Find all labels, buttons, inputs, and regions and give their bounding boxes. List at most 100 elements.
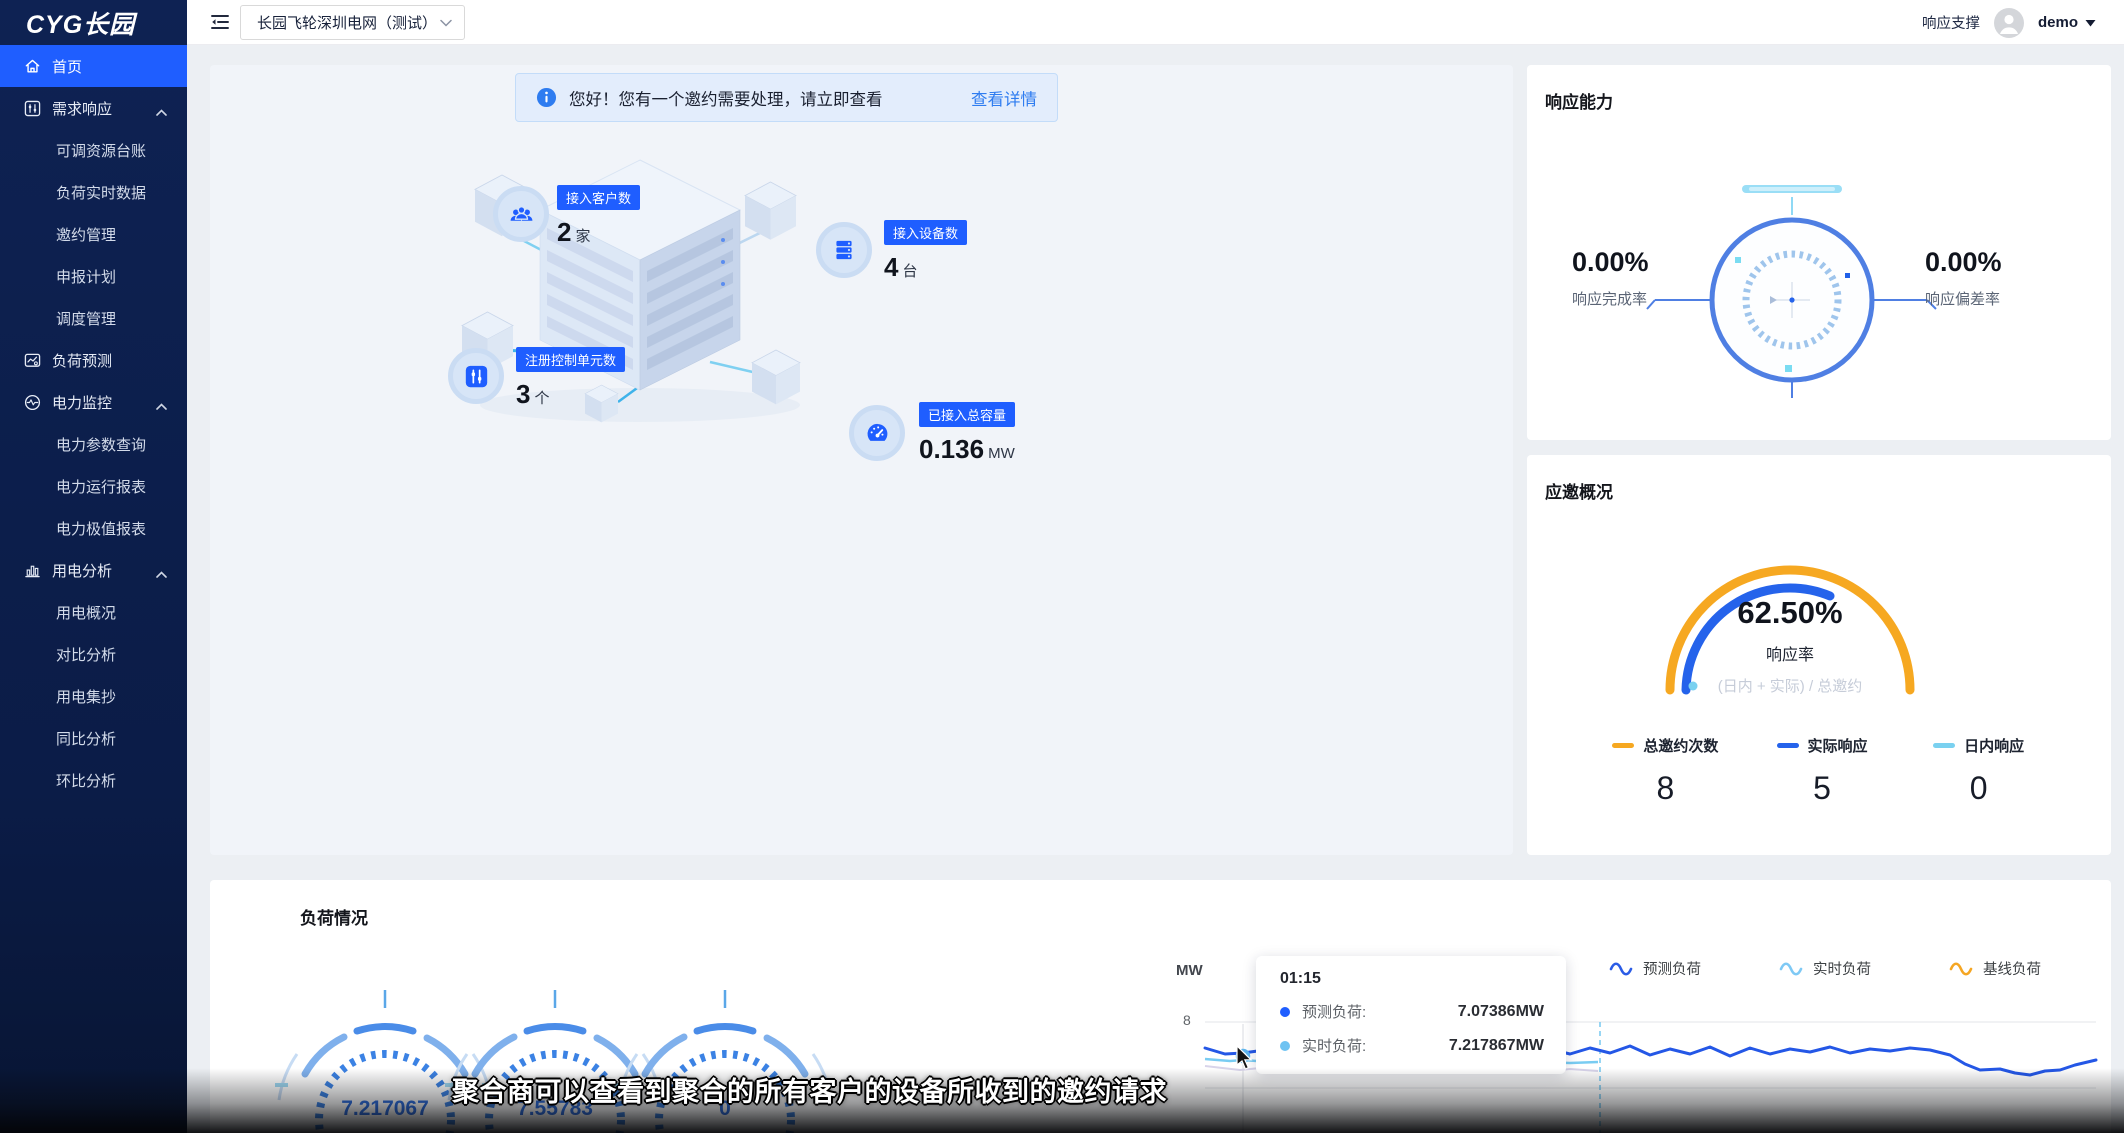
deviation-rate-label: 响应偏差率: [1925, 288, 2065, 309]
legend-swatch: [1777, 743, 1799, 748]
stat-unit: 台: [902, 263, 917, 280]
sidebar-item-power-parameter-query[interactable]: 电力参数查询: [0, 423, 187, 465]
sidebar-item-home[interactable]: 首页: [0, 45, 187, 87]
legend-value: 5: [1744, 770, 1901, 807]
sidebar-item-mom-analysis[interactable]: 环比分析: [0, 759, 187, 801]
response-support-link[interactable]: 响应支撑: [1922, 12, 1980, 33]
sidebar-item-load-forecast[interactable]: 负荷预测: [0, 339, 187, 381]
card-title: 负荷情况: [300, 904, 368, 929]
sidebar-item-label: 需求响应: [52, 98, 112, 119]
capacity-icon: [849, 405, 905, 461]
sidebar: CYG长园 首页 需求响应 可调资源台账 负荷实时数据 邀约管理 申报计划 调度…: [0, 0, 187, 1133]
avatar[interactable]: [1994, 8, 2024, 38]
caret-down-icon: [2085, 19, 2096, 27]
sidebar-item-label: 首页: [52, 56, 82, 77]
sidebar-item-meter-reading[interactable]: 用电集抄: [0, 675, 187, 717]
stat-unit: 家: [575, 228, 590, 245]
sidebar-item-power-operation-report[interactable]: 电力运行报表: [0, 465, 187, 507]
username: demo: [2038, 14, 2078, 31]
tooltip-time: 01:15: [1280, 970, 1544, 988]
invitation-legend: 总邀约次数 8 实际响应 5 日内响应 0: [1587, 735, 2057, 807]
gauge-value: 7.217067: [341, 1097, 429, 1120]
wave-icon: [1608, 962, 1634, 976]
view-details-link[interactable]: 查看详情: [971, 86, 1037, 110]
completion-rate-value: 0.00%: [1572, 247, 1692, 278]
wave-icon: [1778, 962, 1804, 976]
stat-unit: MW: [988, 445, 1015, 462]
stat-unit: 个: [534, 390, 549, 407]
chart-legend-realtime[interactable]: 实时负荷: [1778, 958, 1871, 979]
chevron-up-icon: [156, 397, 167, 414]
user-menu[interactable]: demo: [2038, 14, 2096, 31]
legend-swatch: [1933, 743, 1955, 748]
stat-label-badge: 注册控制单元数: [516, 347, 625, 372]
deviation-rate-value: 0.00%: [1925, 247, 2065, 278]
response-rate-formula: (日内 + 实际) / 总邀约: [1527, 675, 2053, 696]
devices-icon: [816, 222, 872, 278]
stat-label-badge: 接入设备数: [884, 220, 967, 245]
wave-icon: [1948, 962, 1974, 976]
notification-banner: 您好！您有一个邀约需要处理，请立即查看 查看详情: [515, 73, 1058, 122]
completion-rate-stat: 0.00% 响应完成率: [1572, 247, 1692, 309]
topbar: 长园飞轮深圳电网（测试） 响应支撑 demo: [187, 0, 2124, 45]
chevron-down-icon: [440, 14, 452, 31]
sidebar-item-power-usage-overview[interactable]: 用电概况: [0, 591, 187, 633]
sidebar-item-comparison-analysis[interactable]: 对比分析: [0, 633, 187, 675]
org-selector-value: 长园飞轮深圳电网（测试）: [257, 12, 437, 33]
control-units-icon: [448, 348, 504, 404]
info-icon: [536, 87, 557, 108]
chart-tooltip: 01:15 预测负荷: 7.07386MW 实时负荷: 7.217867MW: [1256, 956, 1566, 1074]
banner-message: 您好！您有一个邀约需要处理，请立即查看: [569, 86, 883, 110]
node-cube: [745, 182, 796, 240]
legend-value: 0: [1900, 770, 2057, 807]
stat-label-badge: 已接入总容量: [919, 402, 1015, 427]
series-dot: [1280, 1007, 1290, 1017]
legend-value: 8: [1587, 770, 1744, 807]
sidebar-item-label: 电力监控: [52, 392, 112, 413]
response-rate-label: 响应率: [1527, 641, 2053, 665]
org-selector-dropdown[interactable]: 长园飞轮深圳电网（测试）: [240, 5, 465, 40]
chart-legend-forecast[interactable]: 预测负荷: [1608, 958, 1701, 979]
topbar-right: 响应支撑 demo: [1922, 0, 2096, 45]
sidebar-item-dispatch-mgmt[interactable]: 调度管理: [0, 297, 187, 339]
stat-label-badge: 接入客户数: [557, 185, 640, 210]
sliders-icon: [24, 100, 41, 117]
sidebar-item-declaration-plan[interactable]: 申报计划: [0, 255, 187, 297]
sidebar-item-yoy-analysis[interactable]: 同比分析: [0, 717, 187, 759]
legend-total-invitations[interactable]: 总邀约次数 8: [1587, 735, 1744, 807]
overview-panel: 接入客户数 2家 接入设备数 4台 注册控制单元数 3个 已接入总容量 0.13…: [210, 65, 1513, 855]
load-gauge-3: 0: [615, 990, 835, 1133]
legend-actual-responses[interactable]: 实际响应 5: [1744, 735, 1901, 807]
forecast-chart-icon: [24, 352, 41, 369]
sidebar-item-invitation-mgmt[interactable]: 邀约管理: [0, 213, 187, 255]
tooltip-row-realtime: 实时负荷: 7.217867MW: [1280, 1035, 1544, 1056]
stat-customers: 接入客户数 2家: [557, 185, 640, 248]
stat-control-units: 注册控制单元数 3个: [516, 347, 625, 410]
video-subtitle: 聚合商可以查看到聚合的所有客户的设备所收到的邀约请求: [452, 1070, 1167, 1109]
chart-legend-baseline[interactable]: 基线负荷: [1948, 958, 2041, 979]
customers-icon: [493, 186, 549, 242]
sidebar-item-label: 负荷预测: [52, 350, 112, 371]
stat-devices: 接入设备数 4台: [884, 220, 967, 283]
stat-value: 0.136: [919, 434, 984, 464]
sidebar-item-power-extreme-report[interactable]: 电力极值报表: [0, 507, 187, 549]
sidebar-group-demand-response[interactable]: 需求响应: [0, 87, 187, 129]
sidebar-group-power-monitor[interactable]: 电力监控: [0, 381, 187, 423]
series-dot: [1280, 1041, 1290, 1051]
tooltip-row-forecast: 预测负荷: 7.07386MW: [1280, 1001, 1544, 1022]
app-logo: CYG长园: [0, 0, 187, 45]
sidebar-group-power-analysis[interactable]: 用电分析: [0, 549, 187, 591]
stat-value: 3: [516, 379, 530, 409]
pulse-monitor-icon: [24, 394, 41, 411]
deviation-rate-stat: 0.00% 响应偏差率: [1925, 247, 2065, 309]
completion-rate-label: 响应完成率: [1572, 288, 1692, 309]
chevron-up-icon: [156, 103, 167, 120]
invitation-overview-card: 应邀概况 62.50% 响应率 (日内 + 实际) / 总邀约 总邀约次数 8 …: [1527, 455, 2111, 855]
legend-intraday-responses[interactable]: 日内响应 0: [1900, 735, 2057, 807]
mouse-cursor: [1236, 1046, 1256, 1072]
sidebar-item-realtime-load-data[interactable]: 负荷实时数据: [0, 171, 187, 213]
sidebar-item-adjustable-resources[interactable]: 可调资源台账: [0, 129, 187, 171]
sidebar-item-label: 用电分析: [52, 560, 112, 581]
menu-fold-icon[interactable]: [209, 11, 231, 33]
app-root: CYG长园 首页 需求响应 可调资源台账 负荷实时数据 邀约管理 申报计划 调度…: [0, 0, 2124, 1133]
